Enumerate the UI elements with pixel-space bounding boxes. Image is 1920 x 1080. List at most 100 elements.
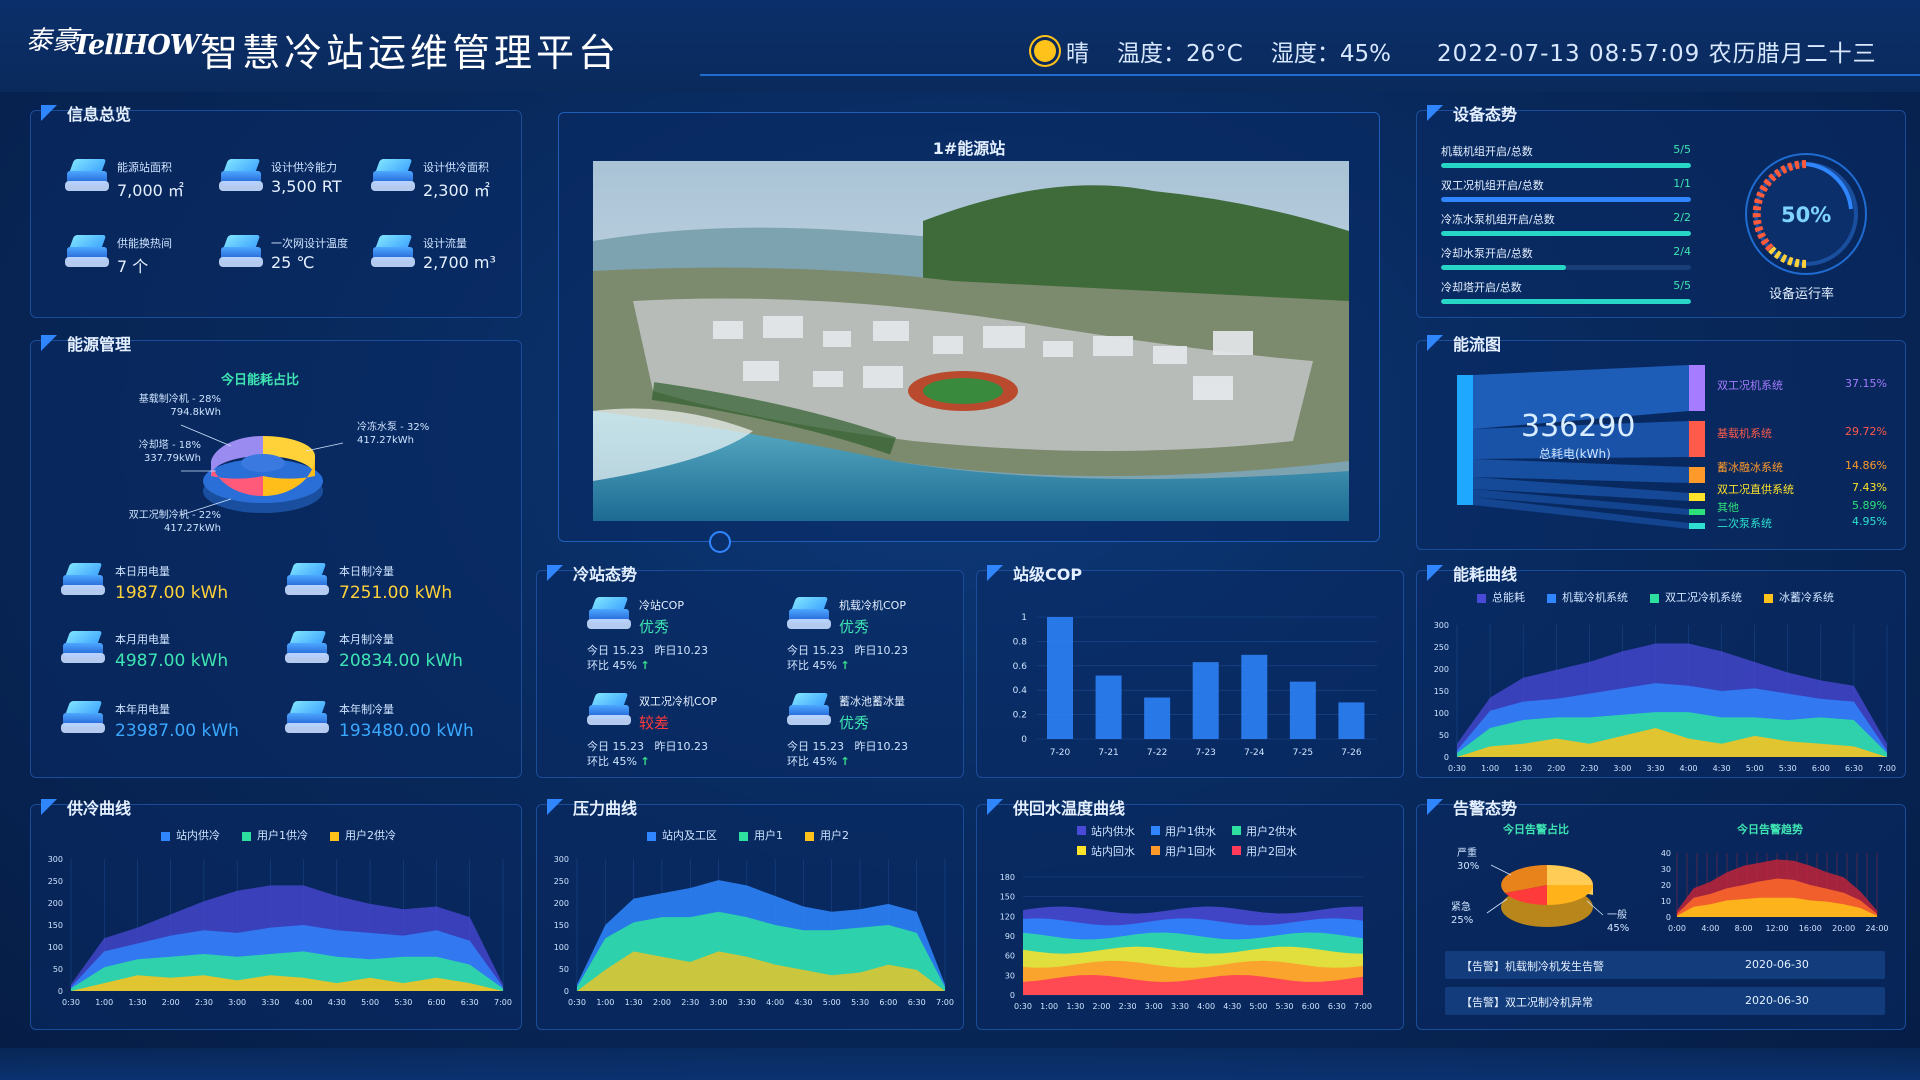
x-tick: 7-20 (1050, 748, 1071, 758)
x-tick: 7-23 (1195, 748, 1215, 758)
info-label: 供能换热间 (117, 237, 172, 250)
x-tick: 0:00 (1668, 924, 1686, 933)
x-tick: 24:00 (1865, 924, 1888, 933)
x-tick: 3:00 (710, 998, 728, 1007)
info-item: 供能换热间 7 个 (65, 235, 172, 277)
energy-stat: 本日用电量 1987.00 kWh (61, 563, 228, 603)
equip-row: 冷冻水泵机组开启/总数 2/2 (1441, 211, 1691, 236)
x-tick: 6:00 (879, 998, 897, 1007)
pie-label: 基载制冷机 - 28% 794.8kWh (138, 394, 221, 418)
alarm-row[interactable]: 【告警】机载制冷机发生告警 2020-06-30 (1445, 951, 1885, 979)
y-tick: 50 (559, 965, 569, 974)
y-tick: 300 (1434, 621, 1449, 630)
x-tick: 2:30 (195, 998, 213, 1007)
x-tick: 3:00 (1613, 764, 1631, 771)
y-tick: 100 (554, 943, 569, 952)
y-tick: 200 (554, 899, 569, 908)
sun-icon (1034, 40, 1056, 62)
y-tick: 300 (554, 855, 569, 864)
cop-item: 蓄冰池蓄冰量 优秀 今日 15.23 昨日10.23 环比 45% ↑ (787, 693, 908, 768)
energy-stat: 本年用电量 23987.00 kWh (61, 701, 239, 741)
energy-curve-panel: 能耗曲线 总能耗 机载冷机系统 双工况冷机系统 冰蓄冷系统 300 250 200 1… (1416, 565, 1906, 778)
y-tick: 30 (1661, 865, 1671, 874)
panel-title: 告警态势 (1426, 795, 1517, 819)
x-tick: 4:00 (1680, 764, 1698, 771)
y-tick: 200 (1434, 665, 1449, 674)
energy-flow-sankey (1457, 365, 1705, 529)
equip-bar-fill (1441, 231, 1691, 236)
x-tick: 1:30 (1514, 764, 1532, 771)
cop-grade: 较差 (639, 714, 670, 732)
y-tick: 50 (53, 965, 63, 974)
alarm-pie-label: 紧急 25% (1451, 902, 1474, 926)
y-tick: 0 (1021, 735, 1027, 745)
y-tick: 120 (1000, 912, 1015, 921)
cop-bar (1144, 697, 1171, 739)
x-tick: 5:30 (851, 998, 869, 1007)
cube-icon (587, 597, 631, 631)
equip-bar-fill (1441, 197, 1691, 202)
panel-title: 设备态势 (1426, 101, 1517, 125)
energy-flow-panel: 能流图 336290 总耗电(kWh) 双工况机系统 37.15% 基载机系统 29… (1416, 335, 1906, 550)
cube-icon (285, 701, 329, 735)
cop-bar (1095, 675, 1122, 739)
x-tick: 6:30 (1328, 1002, 1346, 1011)
alarm-trend-title: 今日告警趋势 (1737, 823, 1803, 836)
stat-value: 1987.00 kWh (115, 583, 229, 603)
info-value: 2,700 m³ (423, 253, 496, 272)
equip-bar-fill (1441, 265, 1566, 270)
info-value: 3,500 RT (271, 177, 342, 196)
alarm-row[interactable]: 【告警】双工况制冷机异常 2020-06-30 (1445, 987, 1885, 1015)
equip-row: 双工况机组开启/总数 1/1 (1441, 177, 1691, 202)
x-tick: 3:30 (738, 998, 756, 1007)
y-tick: 90 (1005, 932, 1015, 941)
info-value: 25 ℃ (271, 253, 315, 272)
panel-title: 能源管理 (40, 331, 131, 355)
x-tick: 0:30 (568, 998, 586, 1007)
x-tick: 7-21 (1098, 748, 1118, 758)
x-tick: 5:30 (1276, 1002, 1294, 1011)
x-tick: 1:30 (625, 998, 643, 1007)
cop-bar (1192, 662, 1219, 739)
pressure-curve-chart: 300 250 200 150 100 50 0 0:30 1:00 1:30 2:00 2:30 3:… (554, 855, 954, 1007)
info-overview-panel: 信息总览 能源站面积 7,000 ㎡ 设计供冷能力 3,500 RT 设计供冷面积 2… (30, 105, 522, 318)
info-item: 能源站面积 7,000 ㎡ (65, 159, 184, 201)
info-value: 2,300 ㎡ (423, 181, 490, 200)
alarm-pie-label: 一般 45% (1607, 910, 1630, 934)
x-tick: 1:00 (95, 998, 113, 1007)
x-tick: 4:30 (1713, 764, 1731, 771)
x-tick: 1:00 (1040, 1002, 1058, 1011)
water-temp-panel: 供回水温度曲线 站内供水 用户1供水 用户2供水 站内回水 用户1回水 用户2回… (976, 799, 1404, 1030)
x-tick: 16:00 (1799, 924, 1822, 933)
bottom-edge (0, 1048, 1920, 1080)
y-tick: 150 (48, 921, 63, 930)
gauge-label: 设备运行率 (1769, 287, 1835, 302)
pressure-curve-panel: 压力曲线 站内及工区 用户1 用户2 300 250 200 150 100 50 0 0:3… (536, 799, 964, 1030)
cube-icon (61, 563, 105, 597)
panel-title: 冷站态势 (546, 561, 637, 585)
station-slider-dot[interactable] (709, 531, 731, 553)
cop-item: 双工况冷机COP 较差 今日 15.23 昨日10.23 环比 45% ↑ (587, 693, 717, 768)
water-temp-chart: 180 150 120 90 60 30 0 0:30 1:00 1:30 2:00 2:30 3:00… (1000, 873, 1372, 1011)
energy-mgmt-panel: 能源管理 今日能耗占比 基载制冷机 - 28% 794.8kWh 冷冻水泵 - 3… (30, 335, 522, 778)
cube-icon (65, 159, 109, 193)
x-tick: 2:00 (653, 998, 671, 1007)
x-tick: 7-22 (1147, 748, 1167, 758)
energy-stat: 本年制冷量 193480.00 kWh (285, 701, 474, 741)
y-tick: 60 (1005, 952, 1015, 961)
pie-label: 冷却塔 - 18% 337.79kWh (138, 440, 201, 464)
equip-row: 冷却水泵开启/总数 2/4 (1441, 245, 1691, 270)
logo-en: TellHOW (72, 30, 200, 61)
cop-bar (1338, 702, 1365, 739)
pie-label: 冷冻水泵 - 32% 417.27kWh (357, 422, 430, 446)
app-title: 智慧冷站运维管理平台 (200, 31, 621, 75)
energy-stat: 本月制冷量 20834.00 kWh (285, 631, 463, 671)
weather-bar: 晴 温度：26°C 湿度：45% (1034, 34, 1391, 68)
weather-text: 晴 (1066, 41, 1089, 67)
info-label: 设计供冷面积 (423, 161, 489, 174)
y-tick: 30 (1005, 971, 1015, 980)
x-tick: 4:00 (295, 998, 313, 1007)
x-tick: 6:00 (1812, 764, 1830, 771)
x-tick: 2:30 (1119, 1002, 1137, 1011)
x-tick: 4:30 (1223, 1002, 1241, 1011)
